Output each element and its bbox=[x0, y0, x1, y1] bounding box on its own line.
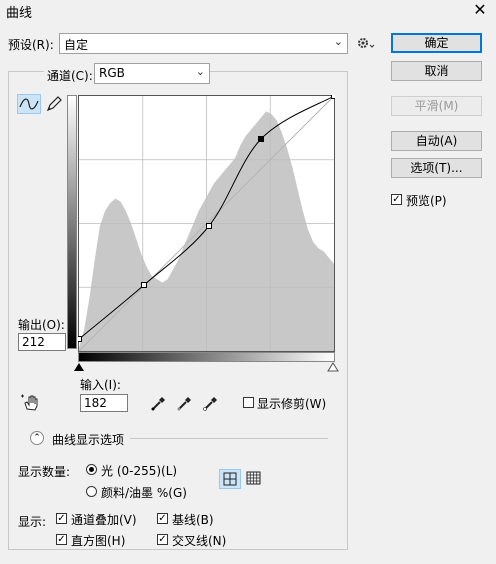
channel-overlay-label: 通道叠加(V) bbox=[71, 513, 137, 527]
input-label: 输入(I): bbox=[80, 378, 121, 392]
collapse-toggle-icon[interactable]: ⌃ bbox=[30, 431, 44, 445]
output-label: 输出(O): bbox=[18, 318, 65, 332]
curve-graph[interactable] bbox=[78, 95, 335, 352]
radio-pigment-label: 颜料/油墨 %(G) bbox=[101, 486, 187, 500]
histogram-checkbox[interactable]: ✓ bbox=[56, 534, 67, 545]
curve-tool-icon[interactable] bbox=[17, 94, 41, 114]
ok-button[interactable]: 确定 bbox=[391, 33, 482, 53]
input-gradient bbox=[78, 352, 335, 362]
dialog-title: 曲线 bbox=[6, 6, 33, 21]
hand-adjust-icon[interactable] bbox=[20, 393, 42, 413]
curve-point[interactable] bbox=[78, 336, 82, 342]
preview-checkbox[interactable]: ✓ bbox=[391, 194, 402, 205]
detailed-grid-button[interactable] bbox=[244, 469, 264, 489]
channel-overlay-checkbox[interactable]: ✓ bbox=[56, 513, 67, 524]
show-clipping-label: 显示修剪(W) bbox=[257, 397, 327, 411]
channel-value: RGB bbox=[99, 66, 125, 80]
close-icon[interactable]: ✕ bbox=[470, 0, 490, 19]
black-point-slider[interactable] bbox=[73, 362, 85, 372]
white-eyedropper-icon[interactable] bbox=[202, 394, 220, 412]
preview-label: 预览(P) bbox=[406, 194, 447, 208]
auto-button[interactable]: 自动(A) bbox=[391, 131, 482, 151]
display-options-title: 曲线显示选项 bbox=[52, 433, 125, 447]
histogram-label: 直方图(H) bbox=[71, 534, 126, 548]
baseline-label: 基线(B) bbox=[172, 513, 214, 527]
preset-select[interactable]: 自定 ⌄ bbox=[59, 33, 348, 54]
divider bbox=[130, 438, 328, 439]
gray-eyedropper-icon[interactable] bbox=[176, 394, 194, 412]
radio-light[interactable] bbox=[86, 464, 97, 475]
output-gradient bbox=[67, 95, 77, 349]
radio-light-label: 光 (0-255)(L) bbox=[101, 464, 178, 478]
chevron-down-icon: ⌄ bbox=[333, 35, 343, 48]
pencil-tool-icon[interactable] bbox=[44, 94, 64, 114]
show-clipping-checkbox[interactable] bbox=[243, 397, 254, 408]
curve-point[interactable] bbox=[206, 223, 212, 229]
curve-point[interactable] bbox=[331, 95, 336, 99]
intersection-label: 交叉线(N) bbox=[172, 534, 227, 548]
chevron-down-icon: ⌄ bbox=[195, 65, 205, 78]
curve-point-selected[interactable] bbox=[258, 136, 264, 142]
options-button[interactable]: 选项(T)... bbox=[391, 158, 482, 178]
curve-point[interactable] bbox=[141, 282, 147, 288]
white-point-slider[interactable] bbox=[327, 362, 339, 372]
show-amount-label: 显示数量: bbox=[18, 465, 71, 479]
show-label: 显示: bbox=[18, 515, 47, 529]
channel-select[interactable]: RGB ⌄ bbox=[94, 63, 210, 84]
intersection-checkbox[interactable]: ✓ bbox=[157, 534, 168, 545]
radio-pigment[interactable] bbox=[86, 486, 97, 497]
simple-grid-button[interactable] bbox=[219, 469, 241, 489]
input-field[interactable]: 182 bbox=[80, 394, 128, 412]
baseline-checkbox[interactable]: ✓ bbox=[157, 513, 168, 524]
output-field[interactable]: 212 bbox=[18, 333, 66, 351]
smooth-button[interactable]: 平滑(M) bbox=[391, 96, 482, 116]
preset-label: 预设(R): bbox=[8, 38, 54, 52]
black-eyedropper-icon[interactable] bbox=[150, 394, 168, 412]
gear-icon[interactable] bbox=[356, 35, 376, 51]
cancel-button[interactable]: 取消 bbox=[391, 61, 482, 81]
preset-value: 自定 bbox=[64, 38, 89, 52]
channel-label: 通道(C): bbox=[44, 67, 96, 84]
